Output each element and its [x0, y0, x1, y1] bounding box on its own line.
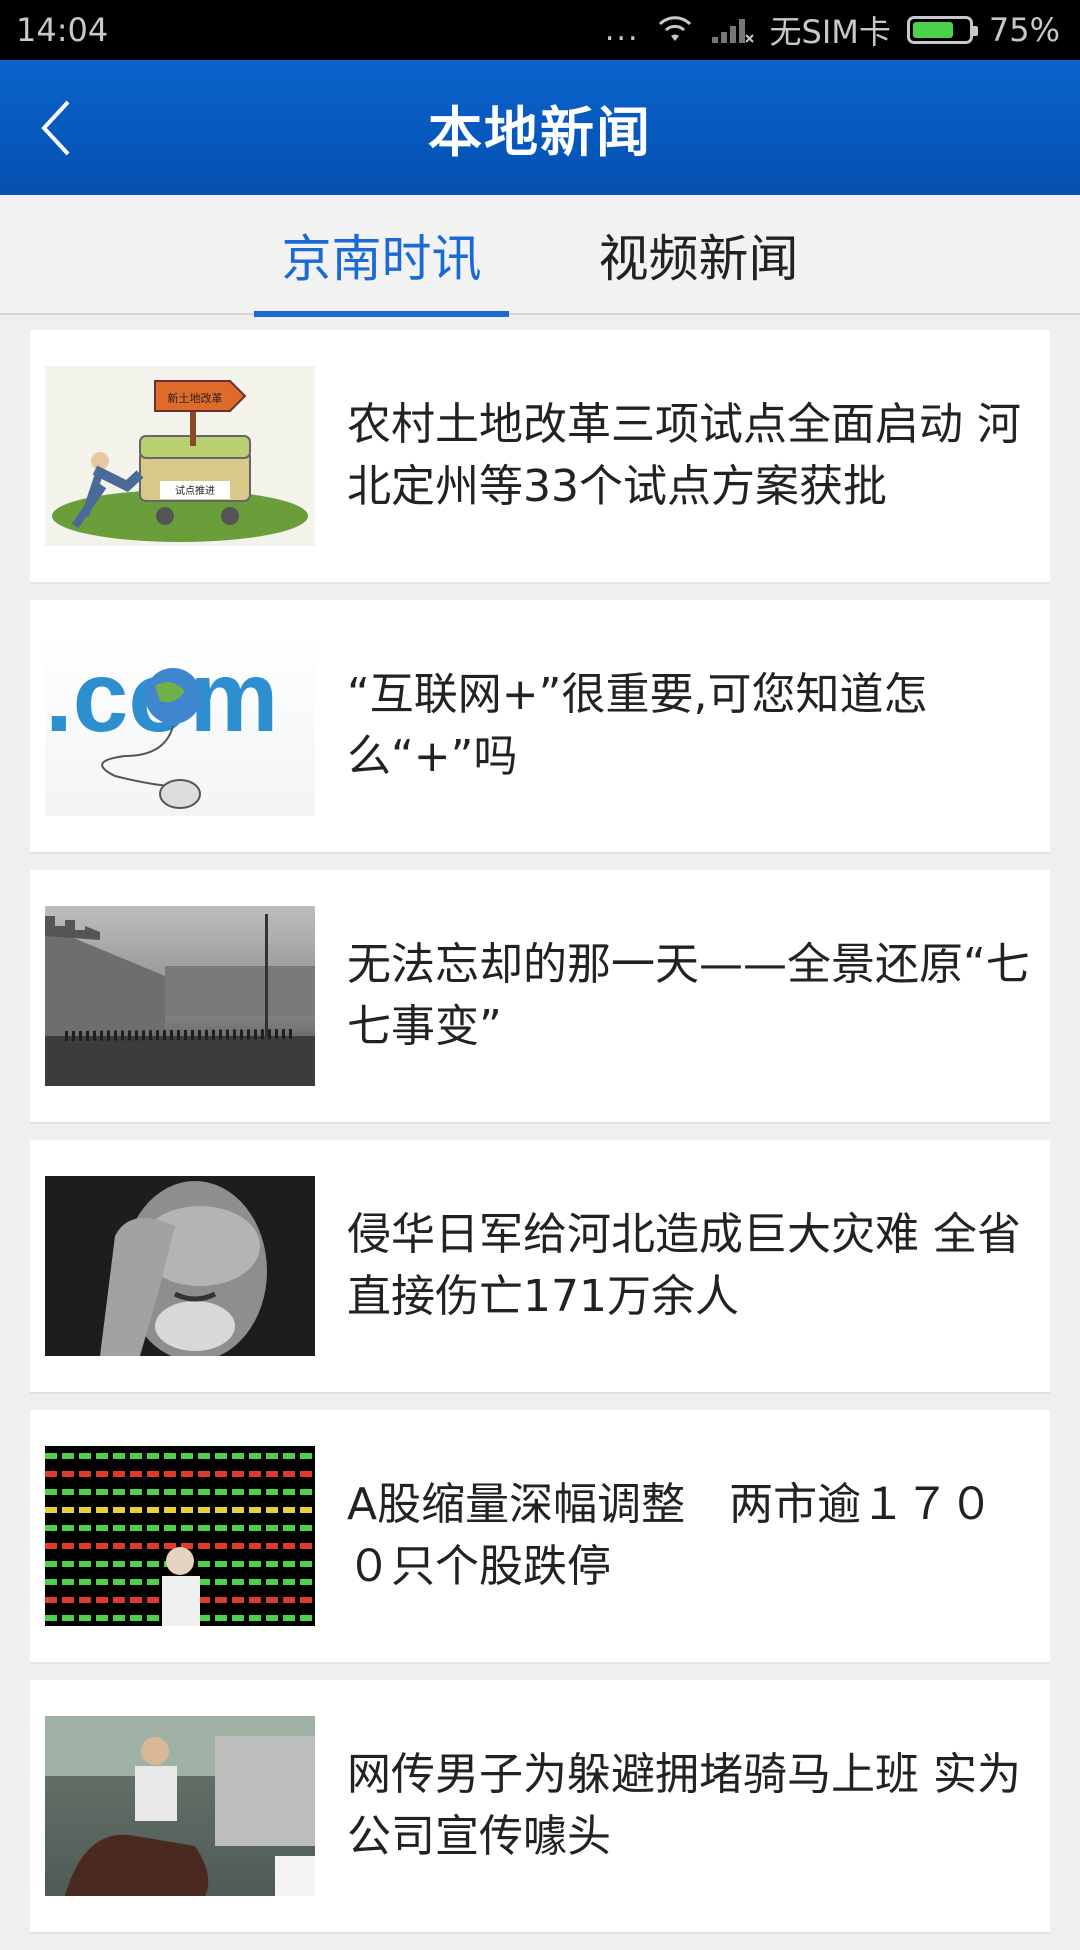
news-thumbnail: 新土地改革 试点推进	[45, 366, 315, 546]
news-title: 农村土地改革三项试点全面启动 河北定州等33个试点方案获批	[347, 399, 1021, 512]
battery-icon	[906, 16, 978, 44]
thumb-sign-text: 新土地改革	[168, 391, 223, 405]
news-thumbnail	[45, 1716, 315, 1896]
chevron-left-icon[interactable]	[34, 98, 84, 158]
news-item[interactable]: 网传男子为躲避拥堵骑马上班 实为公司宣传噱头	[30, 1680, 1050, 1934]
news-title: 无法忘却的那一天——全景还原“七七事变”	[347, 939, 1030, 1052]
tab-video-news[interactable]: 视频新闻	[571, 195, 826, 315]
status-time: 14:04	[16, 11, 109, 49]
news-title: 网传男子为躲避拥堵骑马上班 实为公司宣传噱头	[347, 1749, 1021, 1862]
battery-percent: 75%	[988, 11, 1060, 49]
carrier-label: 无SIM卡	[769, 13, 891, 51]
news-title: A股缩量深幅调整 两市逾１７００只个股跌停	[347, 1479, 994, 1592]
app-header: 本地新闻	[0, 60, 1080, 195]
news-thumbnail: .com	[45, 636, 315, 816]
news-item[interactable]: A股缩量深幅调整 两市逾１７００只个股跌停	[30, 1410, 1050, 1664]
news-thumbnail	[45, 1446, 315, 1626]
signal-icon	[711, 19, 754, 43]
news-thumbnail	[45, 906, 315, 1086]
page-title: 本地新闻	[428, 101, 652, 164]
news-title: “互联网+”很重要,可您知道怎么“+”吗	[347, 669, 928, 782]
battery-fill	[912, 22, 954, 38]
more-dots-icon: ...	[604, 12, 640, 48]
tab-bar: 京南时讯 视频新闻	[0, 195, 1080, 317]
thumb-cart-text: 试点推进	[175, 484, 215, 497]
news-item[interactable]: 无法忘却的那一天——全景还原“七七事变”	[30, 870, 1050, 1124]
status-bar: 14:04 ... 无SIM卡 75%	[0, 0, 1080, 60]
tab-jingnan-news[interactable]: 京南时讯	[254, 195, 509, 317]
news-item[interactable]: .com “互联网+”很重要,可您知道怎么“+”吗	[30, 600, 1050, 854]
news-item[interactable]: 侵华日军给河北造成巨大灾难 全省直接伤亡171万余人	[30, 1140, 1050, 1394]
news-thumbnail	[45, 1176, 315, 1356]
news-item[interactable]: 新土地改革 试点推进 农村土地改革三项试点全面启动 河北定州等33个试点方案获批	[30, 330, 1050, 584]
news-list: 新土地改革 试点推进 农村土地改革三项试点全面启动 河北定州等33个试点方案获批…	[30, 330, 1050, 1950]
wifi-icon	[658, 16, 691, 41]
status-right: ... 无SIM卡 75%	[605, 7, 1060, 53]
news-title: 侵华日军给河北造成巨大灾难 全省直接伤亡171万余人	[347, 1209, 1021, 1322]
